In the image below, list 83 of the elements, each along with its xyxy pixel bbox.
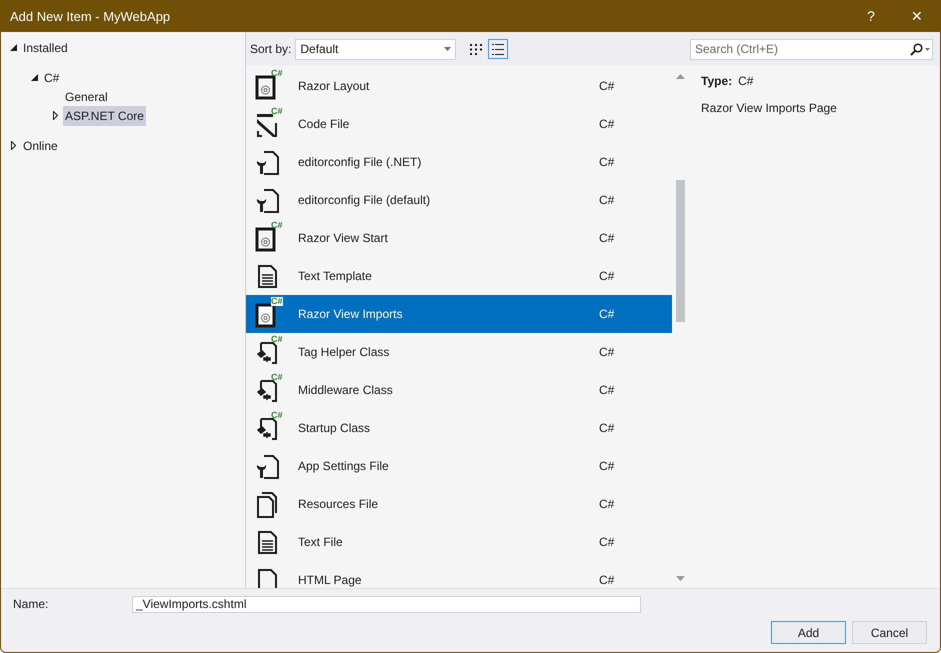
template-row[interactable]: editorconfig File (.NET) C# <box>246 143 672 181</box>
type-label: Type: <box>701 73 732 90</box>
type-value: C# <box>738 73 754 90</box>
add-button[interactable]: Add <box>771 621 846 644</box>
template-name: HTML Page <box>298 572 363 588</box>
template-language: C# <box>599 230 614 247</box>
template-row[interactable]: Text Template C# <box>246 257 672 295</box>
close-button[interactable]: ✕ <box>894 1 940 32</box>
sort-label: Sort by: <box>250 41 292 58</box>
language-label: C# <box>271 373 283 382</box>
cancel-button[interactable]: Cancel <box>852 621 927 644</box>
template-name: editorconfig File (default) <box>298 192 432 209</box>
template-name: Razor View Start <box>298 230 389 247</box>
tree-item[interactable]: ASP.NET Core <box>63 106 146 126</box>
list-icon <box>492 44 504 54</box>
wrench-file-icon <box>255 149 281 177</box>
caret-icon[interactable] <box>925 48 930 50</box>
search-field[interactable]: Search (Ctrl+E) <box>690 38 933 60</box>
list-view-button[interactable] <box>488 39 508 59</box>
template-name: Text Template <box>298 268 373 285</box>
template-name: editorconfig File (.NET) <box>298 154 422 171</box>
template-name: App Settings File <box>298 458 390 475</box>
wrench-file-icon <box>255 453 281 481</box>
template-language: C# <box>599 420 614 437</box>
scroll-thumb[interactable] <box>676 180 684 322</box>
template-name: Text File <box>298 534 344 551</box>
expand-icon[interactable] <box>52 111 58 120</box>
expand-icon[interactable] <box>10 141 16 150</box>
template-name: Startup Class <box>298 420 372 437</box>
template-language: C# <box>599 306 614 323</box>
template-row[interactable]: C# Code File C# <box>246 105 672 143</box>
template-name: Razor View Imports <box>298 306 404 323</box>
template-name: Tag Helper Class <box>298 344 390 361</box>
template-language: C# <box>599 192 614 209</box>
help-button[interactable]: ? <box>848 1 894 32</box>
scroll-up-icon[interactable] <box>676 74 684 79</box>
template-name: Code File <box>298 116 350 133</box>
template-language: C# <box>599 268 614 285</box>
collapse-icon[interactable] <box>10 44 16 51</box>
language-label: C# <box>271 107 283 116</box>
description: Razor View Imports Page <box>701 100 838 117</box>
template-language: C# <box>599 78 614 95</box>
tree-item[interactable]: General <box>65 88 108 106</box>
template-row[interactable]: HTML Page C# <box>246 561 672 588</box>
collapse-icon[interactable] <box>30 74 38 81</box>
template-language: C# <box>599 458 614 475</box>
language-label: C# <box>271 411 283 420</box>
template-name: Middleware Class <box>298 382 394 399</box>
template-language: C# <box>599 344 614 361</box>
template-language: C# <box>599 154 614 171</box>
tree-item[interactable]: C# <box>44 68 60 86</box>
template-row[interactable]: editorconfig File (default) C# <box>246 181 672 219</box>
grid-icon <box>470 44 482 54</box>
tree-item[interactable]: Online <box>23 136 58 154</box>
template-row[interactable]: C# Razor Layout C# <box>246 67 672 105</box>
template-row[interactable]: C# Razor View Start C# <box>246 219 672 257</box>
template-row[interactable]: C# Razor View Imports C# <box>246 295 672 333</box>
template-language: C# <box>599 116 614 133</box>
template-row[interactable]: C# Middleware Class C# <box>246 371 672 409</box>
template-language: C# <box>599 496 614 513</box>
search-icon[interactable] <box>910 42 923 56</box>
template-language: C# <box>599 572 614 588</box>
template-language: C# <box>599 534 614 551</box>
language-label: C# <box>271 297 283 306</box>
name-field[interactable]: _ViewImports.cshtml <box>132 596 641 612</box>
template-row[interactable]: C# Startup Class C# <box>246 409 672 447</box>
caret-icon[interactable] <box>444 47 452 51</box>
template-row[interactable]: App Settings File C# <box>246 447 672 485</box>
sort-dropdown[interactable]: Default <box>295 38 456 60</box>
template-language: C# <box>599 382 614 399</box>
wrench-file-icon <box>255 187 281 215</box>
language-label: C# <box>271 335 283 344</box>
language-label: C# <box>271 69 283 78</box>
scroll-down-icon[interactable] <box>676 576 684 581</box>
language-label: C# <box>271 221 283 230</box>
template-name: Razor Layout <box>298 78 370 95</box>
template-row[interactable]: Text File C# <box>246 523 672 561</box>
name-label: Name: <box>13 596 50 613</box>
window-title: Add New Item - MyWebApp <box>10 8 172 26</box>
template-name: Resources File <box>298 496 380 513</box>
template-row[interactable]: Resources File C# <box>246 485 672 523</box>
template-row[interactable]: C# Tag Helper Class C# <box>246 333 672 371</box>
tree-item[interactable]: Installed <box>23 38 68 56</box>
